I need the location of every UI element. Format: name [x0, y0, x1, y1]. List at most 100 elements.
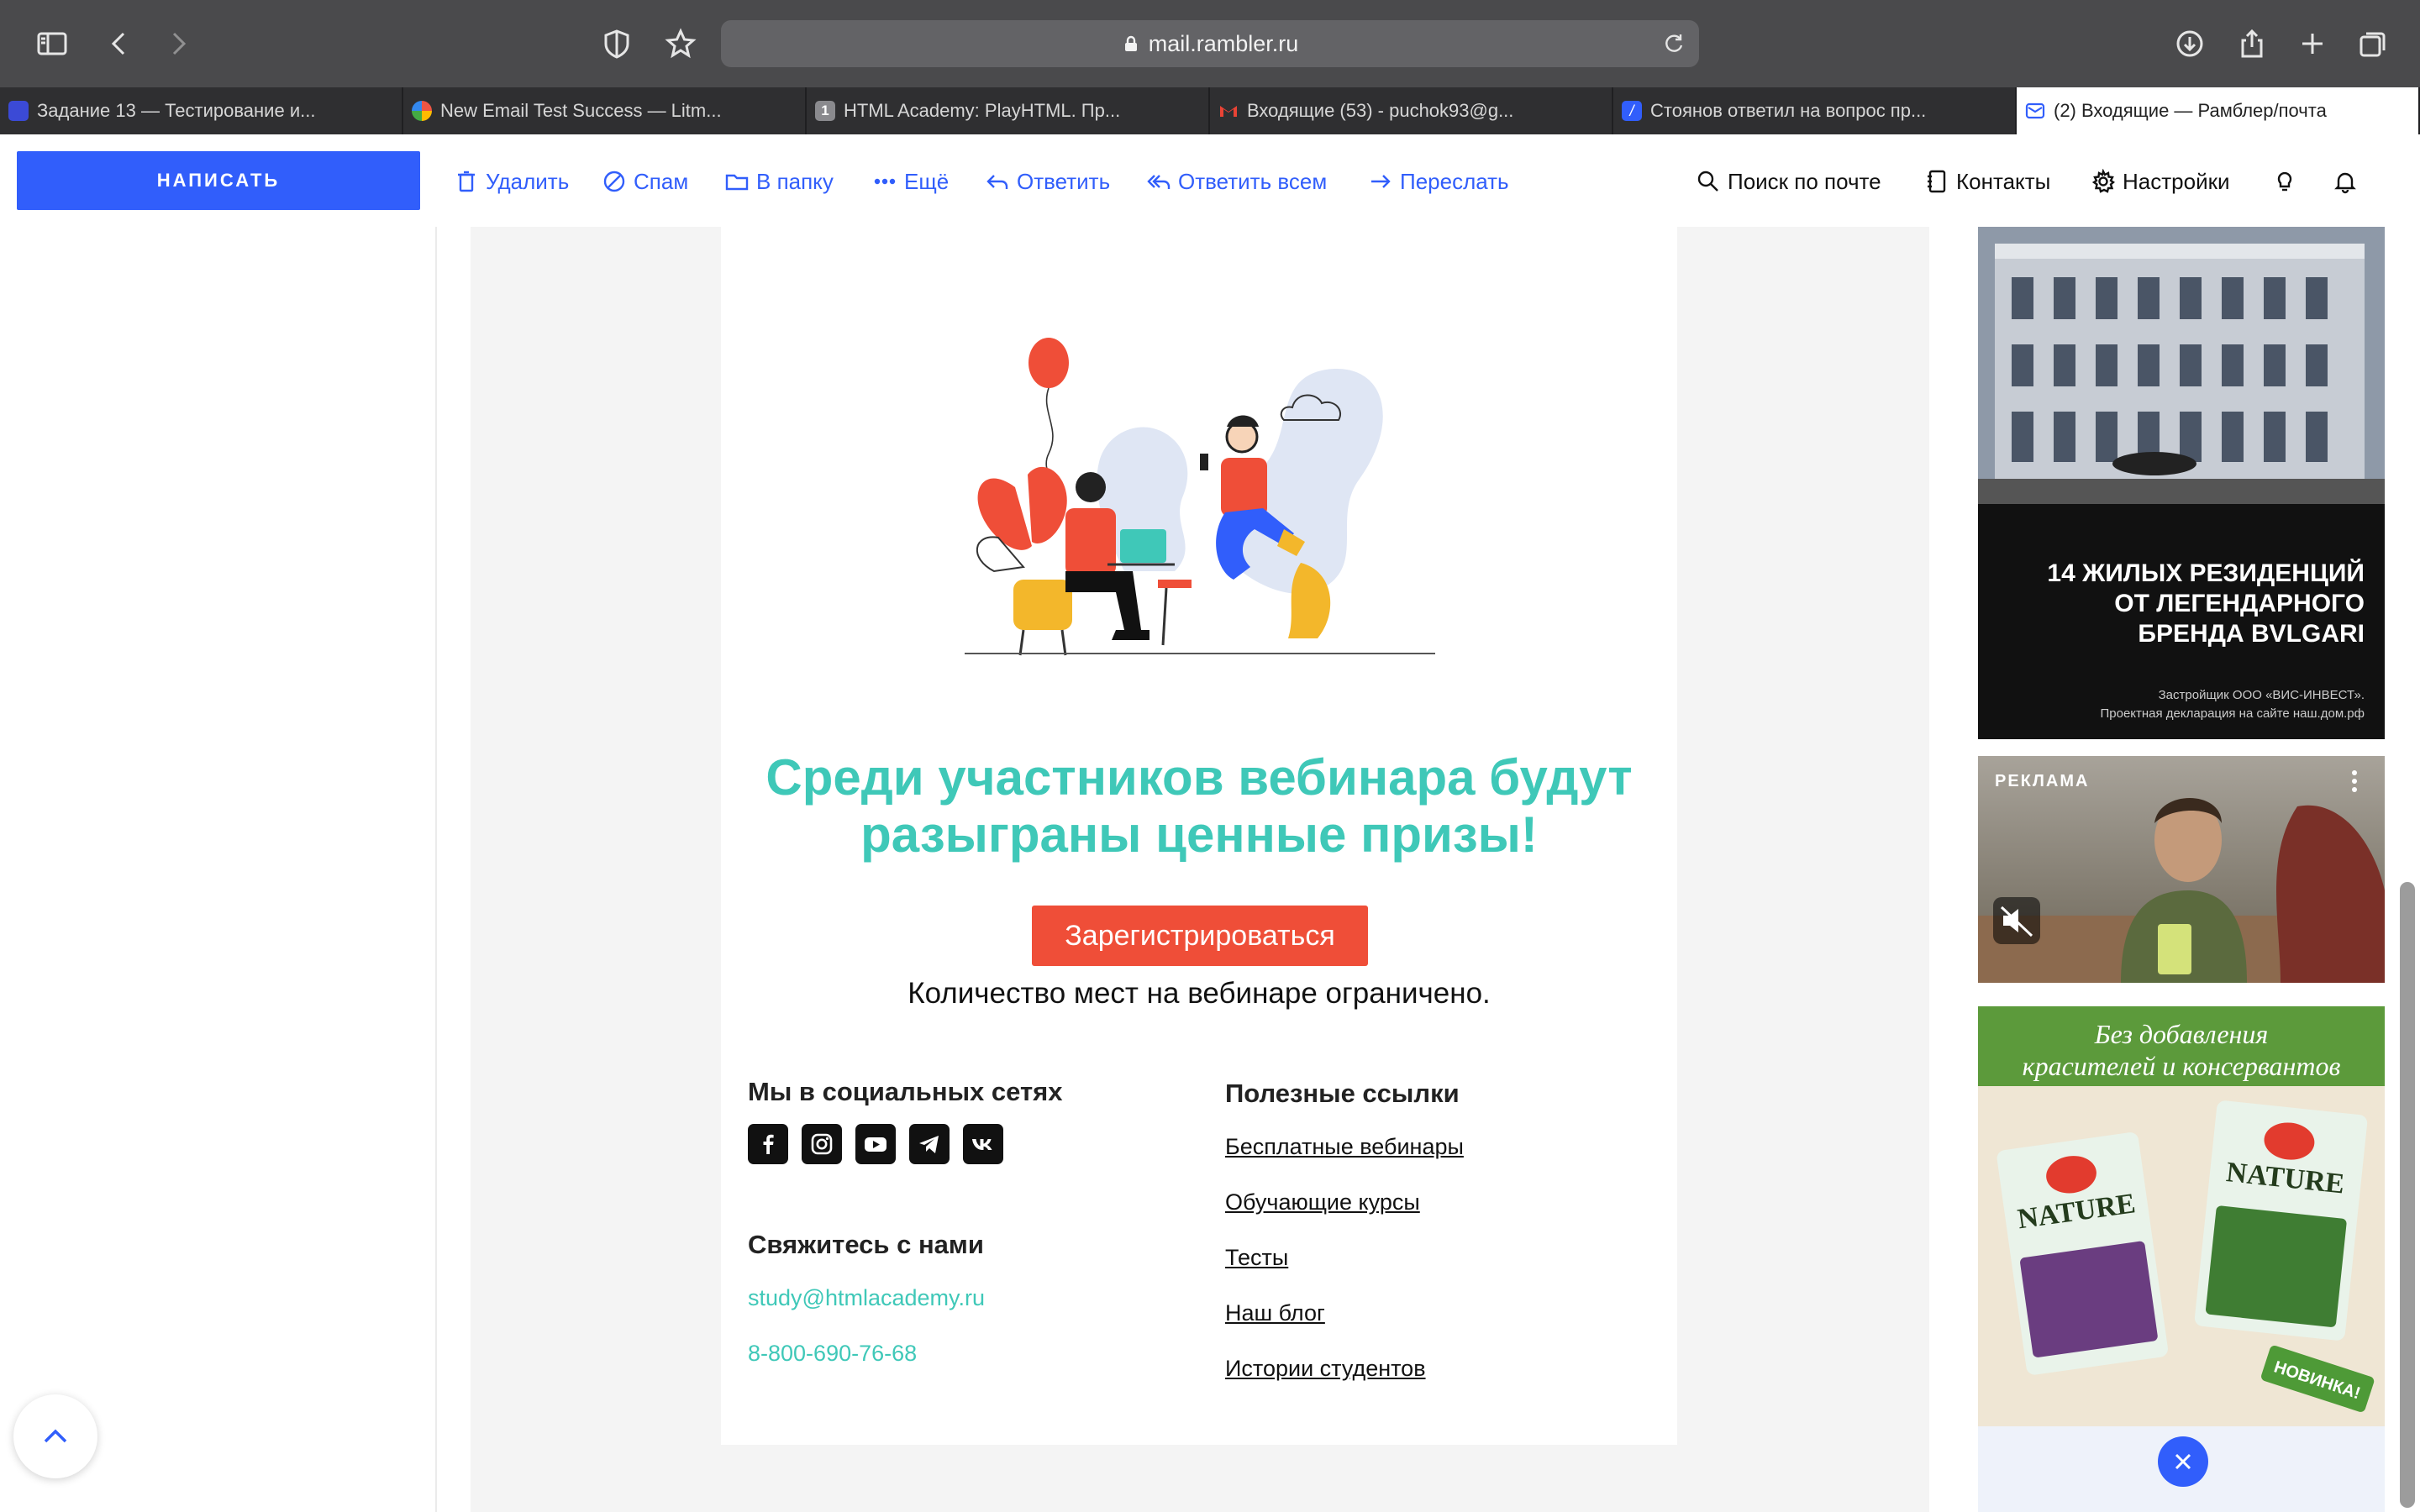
- lock-icon: [1124, 35, 1137, 51]
- new-tab-icon[interactable]: [2292, 24, 2333, 64]
- mail-envelope-icon: [2025, 102, 2045, 119]
- youtube-icon[interactable]: [855, 1124, 896, 1164]
- chevron-up-icon: [44, 1429, 67, 1443]
- search-icon: [1697, 171, 1718, 192]
- social-heading: Мы в социальных сетях: [748, 1077, 1063, 1106]
- lightbulb-icon: [2277, 171, 2292, 192]
- bookmark-star-icon[interactable]: [660, 24, 701, 64]
- notifications-button[interactable]: [2333, 165, 2365, 198]
- chips-ad-image: Без добавления красителей и консервантов…: [1978, 1006, 2385, 1426]
- tab-favicon: 1: [815, 101, 835, 121]
- tab-favicon: [8, 101, 29, 121]
- contact-heading: Свяжитесь с нами: [748, 1230, 984, 1259]
- contacts-button[interactable]: Контакты: [1924, 165, 2050, 198]
- tab-overview-icon[interactable]: [2353, 24, 2393, 64]
- link-blog[interactable]: Наш блог: [1225, 1300, 1325, 1326]
- building-image: 14 ЖИЛЫХ РЕЗИДЕНЦИЙ ОТ ЛЕГЕНДАРНОГО БРЕН…: [1978, 227, 2385, 739]
- scroll-to-top-button[interactable]: [13, 1394, 97, 1478]
- settings-button[interactable]: Настройки: [2091, 165, 2230, 198]
- links-heading: Полезные ссылки: [1225, 1079, 1460, 1108]
- contacts-label: Контакты: [1956, 168, 2051, 194]
- forward-arrow-icon: [1371, 175, 1391, 188]
- back-icon[interactable]: [99, 24, 139, 64]
- contacts-book-icon: [1928, 170, 1946, 193]
- move-to-folder-button[interactable]: В папку: [724, 165, 834, 198]
- tab-5[interactable]: / Стоянов ответил на вопрос пр...: [1613, 87, 2017, 134]
- ad-video[interactable]: РЕКЛАМА: [1978, 756, 2385, 983]
- delete-label: Удалить: [486, 168, 570, 194]
- tab-3[interactable]: 1 HTML Academy: PlayHTML. Пр...: [807, 87, 1210, 134]
- forward-label: Переслать: [1400, 168, 1509, 194]
- spam-icon: [603, 171, 625, 192]
- reload-icon[interactable]: [1660, 30, 1687, 57]
- vk-icon[interactable]: [963, 1124, 1003, 1164]
- telegram-icon[interactable]: [909, 1124, 950, 1164]
- reply-all-icon: [1147, 175, 1171, 189]
- tab-6-active[interactable]: (2) Входящие — Рамблер/почта: [2017, 87, 2420, 134]
- tab-4[interactable]: Входящие (53) - puchok93@g...: [1210, 87, 1613, 134]
- ad1-line-3: БРЕНДА BVLGARI: [2138, 620, 2365, 648]
- email-body: Среди участников вебинара будут разыгран…: [721, 227, 1677, 1445]
- more-button[interactable]: Ещё: [872, 165, 949, 198]
- social-icons: [748, 1124, 1003, 1164]
- seats-limited-text: Количество мест на вебинаре ограничено.: [908, 977, 1491, 1010]
- sidebar-divider: [435, 227, 437, 1512]
- delete-button[interactable]: Удалить: [454, 165, 569, 198]
- settings-label: Настройки: [2123, 168, 2230, 194]
- instagram-icon[interactable]: [802, 1124, 842, 1164]
- ad1-line-1: 14 ЖИЛЫХ РЕЗИДЕНЦИЙ: [2047, 559, 2365, 587]
- facebook-icon[interactable]: [748, 1124, 788, 1164]
- sidebar-toggle-icon[interactable]: [32, 24, 72, 64]
- trash-icon: [458, 171, 475, 192]
- ad3-top-line-2: красителей и консервантов: [2023, 1051, 2341, 1081]
- ad-banner-bvlgari[interactable]: 14 ЖИЛЫХ РЕЗИДЕНЦИЙ ОТ ЛЕГЕНДАРНОГО БРЕН…: [1978, 227, 2385, 739]
- folder-icon: [725, 174, 749, 191]
- link-tests[interactable]: Тесты: [1225, 1245, 1288, 1271]
- privacy-shield-icon[interactable]: [597, 24, 637, 64]
- gear-icon: [2091, 169, 2116, 193]
- spam-label: Спам: [634, 168, 689, 194]
- url-text: mail.rambler.ru: [1148, 30, 1299, 56]
- reply-all-label: Ответить всем: [1178, 168, 1328, 194]
- link-student-stories[interactable]: Истории студентов: [1225, 1356, 1426, 1382]
- tab-2[interactable]: New Email Test Success — Litm...: [403, 87, 807, 134]
- ad1-line-2: ОТ ЛЕГЕНДАРНОГО: [2114, 590, 2365, 617]
- reply-button[interactable]: Ответить: [985, 165, 1110, 198]
- mail-search-label: Поиск по почте: [1728, 168, 1881, 194]
- contact-phone-link[interactable]: 8-800-690-76-68: [748, 1341, 917, 1367]
- mail-action-bar: НАПИСАТЬ Удалить Спам В папку Ещё Ответи…: [0, 134, 2420, 227]
- tab-label: Стоянов ответил на вопрос пр...: [1650, 100, 1927, 121]
- contact-email-link[interactable]: study@htmlacademy.ru: [748, 1285, 985, 1311]
- more-dots-icon: [874, 178, 896, 185]
- tab-label: (2) Входящие — Рамблер/почта: [2054, 100, 2327, 121]
- ad-banner-lays[interactable]: Без добавления красителей и консервантов…: [1978, 1006, 2385, 1426]
- ad-close-button[interactable]: [2158, 1436, 2208, 1487]
- forward-icon[interactable]: [158, 24, 198, 64]
- tab-label: New Email Test Success — Litm...: [440, 100, 722, 121]
- tab-1[interactable]: Задание 13 — Тестирование и...: [0, 87, 403, 134]
- webinar-illustration: [965, 338, 1435, 656]
- forward-mail-button[interactable]: Переслать: [1368, 165, 1509, 198]
- tab-favicon: /: [1622, 101, 1642, 121]
- spam-button[interactable]: Спам: [602, 165, 688, 198]
- tab-label: HTML Academy: PlayHTML. Пр...: [844, 100, 1121, 121]
- tab-bar: Задание 13 — Тестирование и... New Email…: [0, 87, 2420, 134]
- tips-button[interactable]: [2272, 165, 2304, 198]
- move-to-folder-label: В папку: [756, 168, 834, 194]
- link-free-webinars[interactable]: Бесплатные вебинары: [1225, 1134, 1464, 1160]
- close-icon: [2175, 1453, 2191, 1470]
- downloads-icon[interactable]: [2170, 24, 2210, 64]
- mail-search-button[interactable]: Поиск по почте: [1696, 165, 1881, 198]
- address-bar[interactable]: mail.rambler.ru: [721, 20, 1699, 67]
- reply-all-button[interactable]: Ответить всем: [1146, 165, 1327, 198]
- reply-icon: [986, 175, 1008, 189]
- compose-button[interactable]: НАПИСАТЬ: [17, 151, 420, 210]
- register-button[interactable]: Зарегистрироваться: [1032, 906, 1368, 966]
- email-heading: Среди участников вебинара будут разыгран…: [765, 749, 1633, 863]
- tab-label: Задание 13 — Тестирование и...: [37, 100, 316, 121]
- scrollbar-thumb[interactable]: [2400, 882, 2415, 1508]
- more-label: Ещё: [904, 168, 950, 194]
- ad1-fine-print-2: Проектная декларация на сайте наш.дом.рф: [2100, 706, 2365, 721]
- share-icon[interactable]: [2232, 24, 2272, 64]
- link-courses[interactable]: Обучающие курсы: [1225, 1189, 1420, 1215]
